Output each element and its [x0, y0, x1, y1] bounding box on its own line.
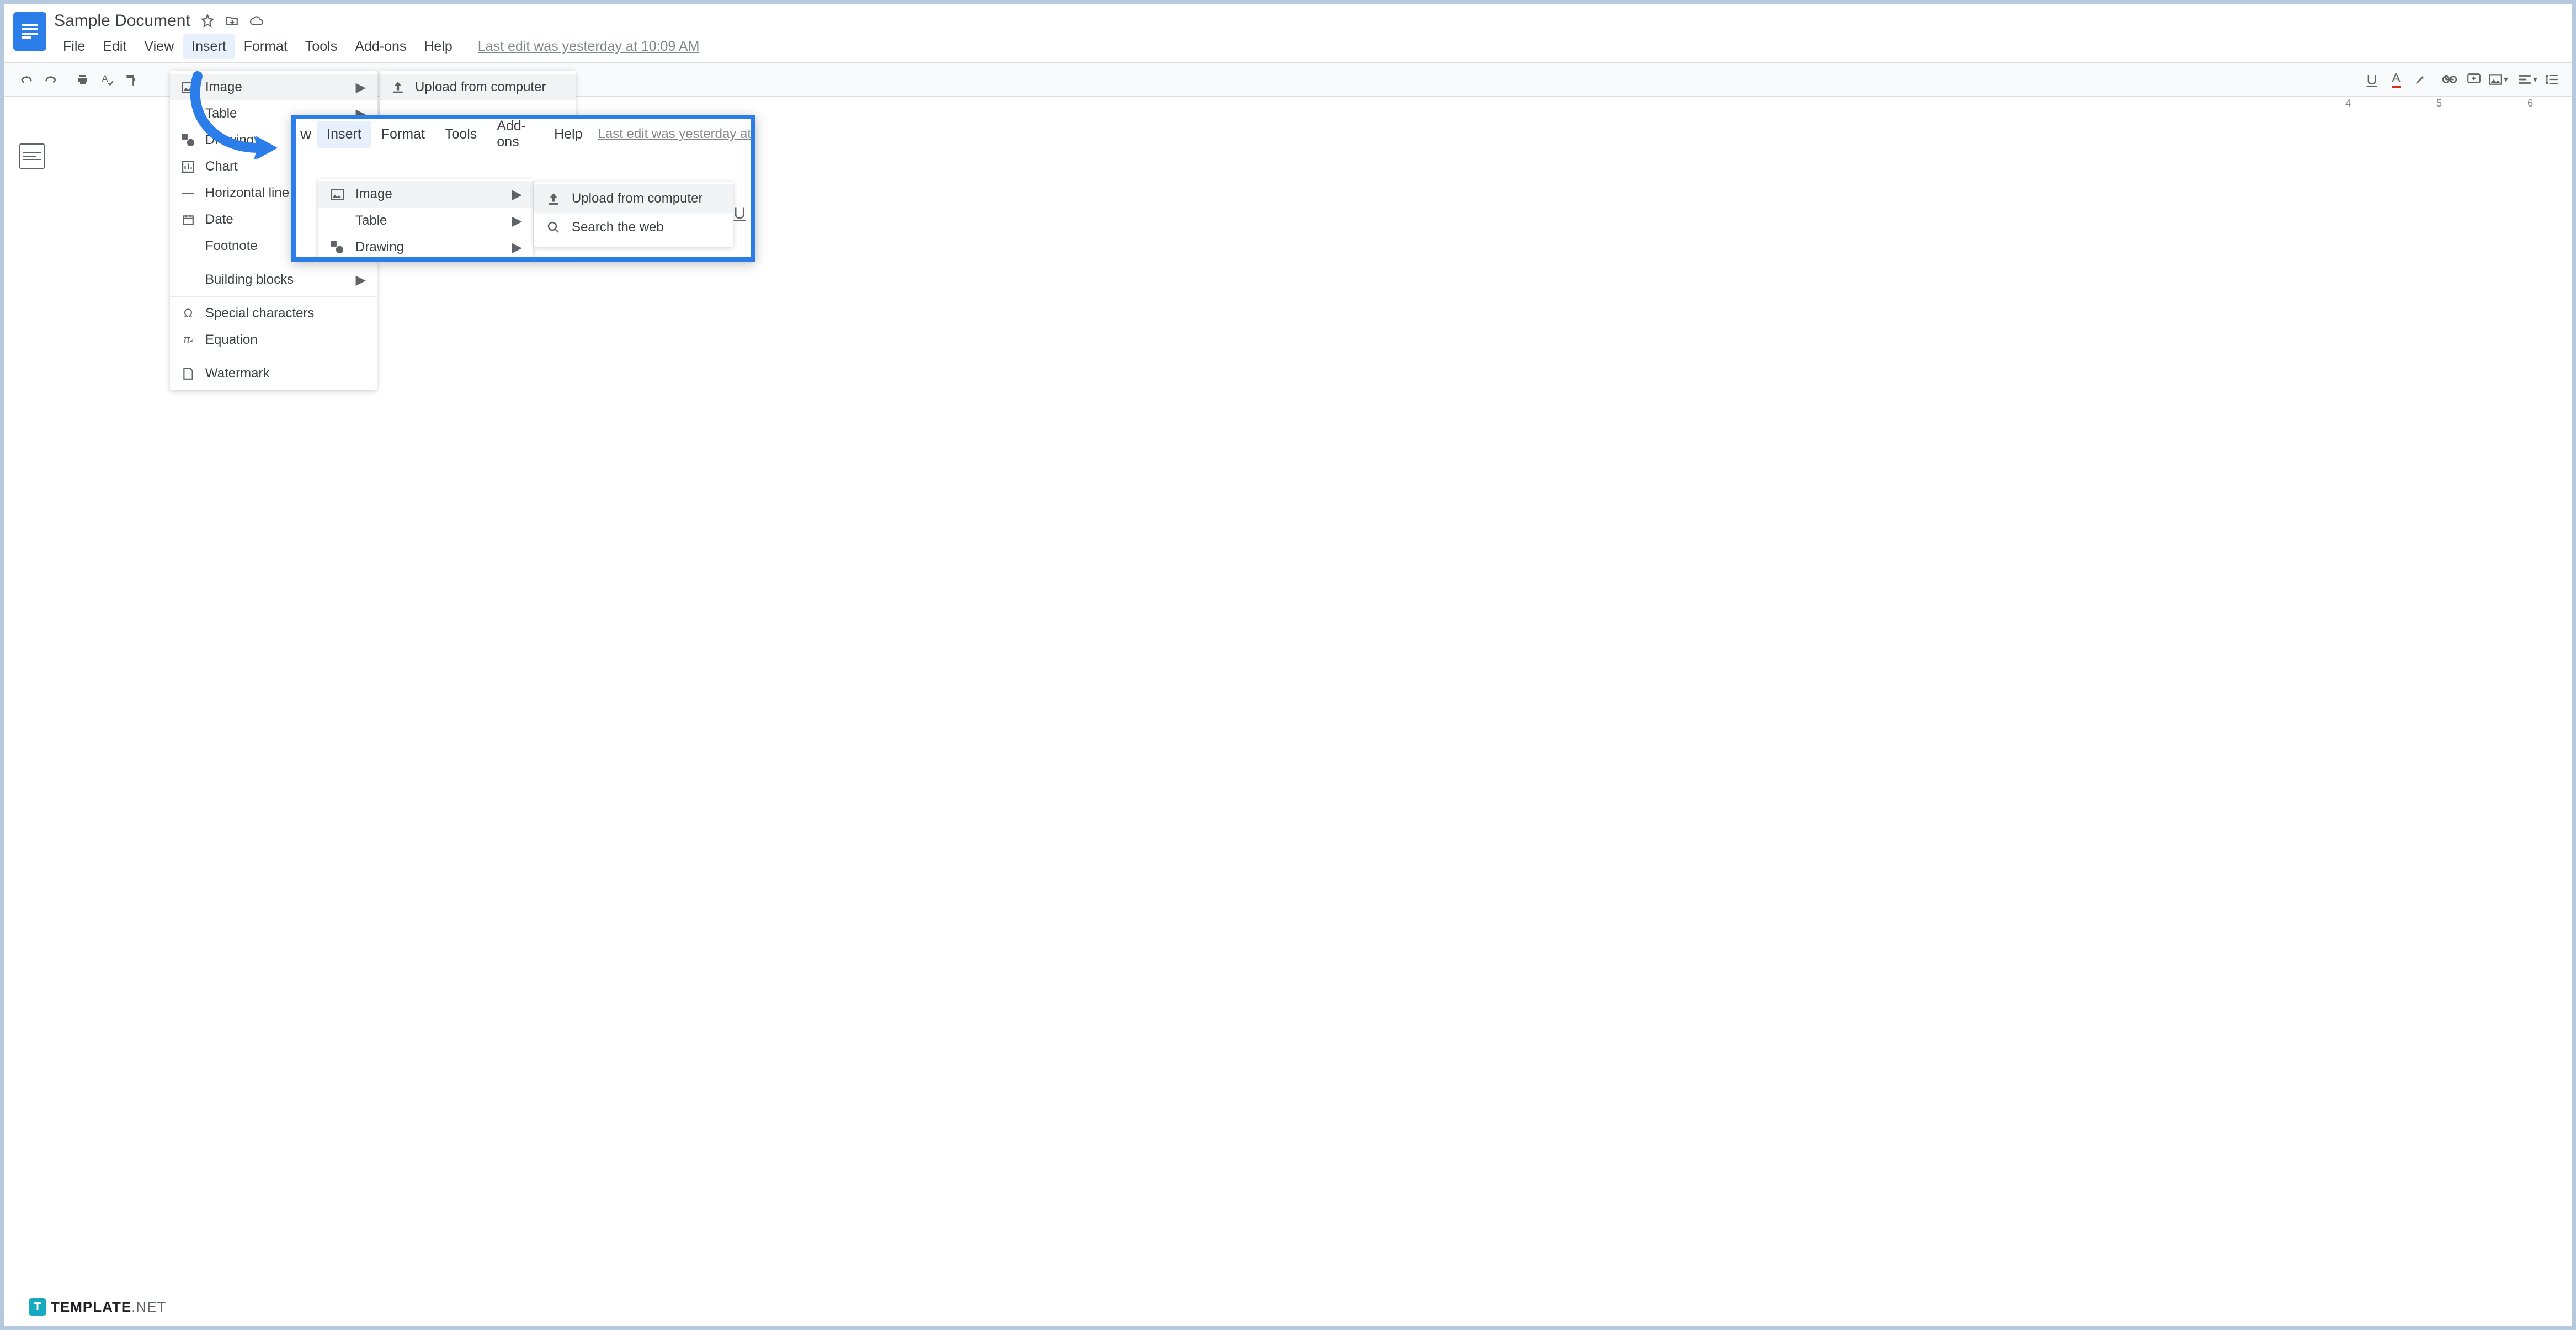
- ruler-mark-4: 4: [2345, 98, 2351, 109]
- insert-special-chars-label: Special characters: [205, 306, 314, 321]
- watermark-icon: [181, 366, 195, 381]
- paint-format-button[interactable]: [119, 67, 143, 92]
- omega-icon: Ω: [181, 306, 195, 321]
- search-icon: [546, 220, 561, 235]
- insert-watermark-item[interactable]: Watermark: [170, 360, 377, 387]
- chevron-right-icon: ▶: [512, 213, 522, 229]
- horizontal-line-icon: [181, 186, 195, 200]
- star-icon[interactable]: [200, 14, 215, 28]
- overlay-menu-tools[interactable]: Tools: [435, 121, 487, 148]
- overlay-drawing-item[interactable]: Drawing ▶: [318, 234, 533, 260]
- last-edit-link[interactable]: Last edit was yesterday at 10:09 AM: [478, 39, 700, 55]
- drawing-icon: [330, 240, 344, 254]
- overlay-insert-dropdown: Image ▶ Table ▶ Drawing ▶: [318, 179, 533, 262]
- docs-header: Sample Document File Edit View Insert Fo…: [4, 4, 2572, 59]
- ruler-mark-6: 6: [2527, 98, 2533, 109]
- ruler-mark-5: 5: [2436, 98, 2442, 109]
- callout-overlay: w Insert Format Tools Add-ons Help Last …: [291, 115, 755, 262]
- highlight-button[interactable]: [2408, 67, 2433, 92]
- chevron-right-icon: ▶: [512, 240, 522, 256]
- template-net-watermark: T TEMPLATE.NET: [29, 1298, 166, 1316]
- comment-button[interactable]: [2462, 67, 2486, 92]
- insert-building-blocks-item[interactable]: Building blocks ▶: [170, 267, 377, 293]
- underline-button[interactable]: U: [2360, 67, 2384, 92]
- print-button[interactable]: [71, 67, 95, 92]
- move-icon[interactable]: [225, 14, 239, 28]
- docs-logo-icon[interactable]: [13, 12, 46, 51]
- overlay-last-edit[interactable]: Last edit was yesterday at: [598, 126, 751, 142]
- template-badge-icon: T: [29, 1298, 46, 1316]
- toolbar-right-cluster: U A ▾ ▾: [2360, 67, 2564, 92]
- overlay-menu-insert[interactable]: Insert: [317, 121, 371, 148]
- chevron-right-icon: ▶: [356, 272, 366, 288]
- insert-hline-label: Horizontal line: [205, 185, 289, 201]
- insert-equation-label: Equation: [205, 332, 258, 348]
- blank-icon: [330, 214, 344, 228]
- insert-watermark-label: Watermark: [205, 366, 269, 381]
- blank-icon: [181, 239, 195, 253]
- menu-tools[interactable]: Tools: [296, 34, 346, 59]
- title-row: Sample Document: [54, 10, 699, 32]
- overlay-menubar: Insert Format Tools Add-ons Help: [317, 115, 592, 156]
- menu-addons[interactable]: Add-ons: [346, 34, 415, 59]
- app-frame: Sample Document File Edit View Insert Fo…: [3, 3, 2573, 1327]
- outline-panel: [4, 110, 60, 607]
- line-spacing-button[interactable]: [2540, 67, 2564, 92]
- overlay-table-item[interactable]: Table ▶: [318, 208, 533, 234]
- align-button[interactable]: ▾: [2515, 67, 2540, 92]
- insert-footnote-label: Footnote: [205, 238, 258, 254]
- chevron-right-icon: ▶: [356, 79, 366, 95]
- svg-text:A: A: [102, 73, 108, 84]
- menu-insert[interactable]: Insert: [183, 34, 235, 59]
- menubar: File Edit View Insert Format Tools Add-o…: [54, 34, 699, 59]
- insert-equation-item[interactable]: π2 Equation: [170, 327, 377, 353]
- template-text: TEMPLATE.NET: [51, 1299, 166, 1316]
- upload-from-computer-item[interactable]: Upload from computer: [380, 74, 576, 100]
- upload-icon: [546, 191, 561, 206]
- overlay-table-label: Table: [355, 213, 387, 228]
- pi-icon: π2: [181, 333, 195, 347]
- upload-label: Upload from computer: [415, 79, 546, 95]
- image-icon: [330, 187, 344, 201]
- menu-format[interactable]: Format: [235, 34, 296, 59]
- menu-edit[interactable]: Edit: [94, 34, 135, 59]
- overlay-search-web-label: Search the web: [572, 220, 664, 235]
- insert-special-chars-item[interactable]: Ω Special characters: [170, 300, 377, 327]
- overlay-title-fragment: w: [300, 125, 311, 143]
- outline-icon[interactable]: [19, 143, 45, 169]
- header-text-block: Sample Document File Edit View Insert Fo…: [54, 10, 699, 59]
- menu-file[interactable]: File: [54, 34, 94, 59]
- overlay-menu-help[interactable]: Help: [544, 121, 592, 148]
- overlay-image-submenu: Upload from computer Search the web: [534, 182, 733, 247]
- overlay-header: w Insert Format Tools Add-ons Help Last …: [296, 119, 751, 149]
- overlay-search-web-item[interactable]: Search the web: [534, 213, 733, 242]
- overlay-image-label: Image: [355, 187, 392, 202]
- overlay-underline-fragment: U: [733, 204, 746, 223]
- upload-icon: [391, 80, 405, 94]
- overlay-menu-addons[interactable]: Add-ons: [487, 115, 544, 156]
- link-button[interactable]: [2437, 67, 2462, 92]
- text-color-button[interactable]: A: [2384, 67, 2408, 92]
- blank-icon: [181, 273, 195, 287]
- spellcheck-button[interactable]: A: [95, 67, 119, 92]
- overlay-upload-label: Upload from computer: [572, 191, 702, 206]
- undo-button[interactable]: [14, 67, 39, 92]
- chevron-right-icon: ▶: [512, 187, 522, 203]
- callout-arrow-icon: [181, 71, 280, 164]
- menu-help[interactable]: Help: [415, 34, 461, 59]
- document-title[interactable]: Sample Document: [54, 12, 190, 30]
- date-icon: [181, 212, 195, 227]
- overlay-drawing-label: Drawing: [355, 240, 404, 255]
- insert-building-blocks-label: Building blocks: [205, 272, 294, 288]
- insert-date-label: Date: [205, 212, 233, 227]
- menu-divider: [170, 296, 377, 297]
- redo-button[interactable]: [39, 67, 63, 92]
- overlay-upload-item[interactable]: Upload from computer: [534, 184, 733, 213]
- overlay-menu-format[interactable]: Format: [371, 121, 435, 148]
- cloud-status-icon[interactable]: [249, 15, 264, 27]
- insert-image-button[interactable]: ▾: [2486, 67, 2510, 92]
- menu-view[interactable]: View: [135, 34, 183, 59]
- overlay-image-item[interactable]: Image ▶: [318, 181, 533, 208]
